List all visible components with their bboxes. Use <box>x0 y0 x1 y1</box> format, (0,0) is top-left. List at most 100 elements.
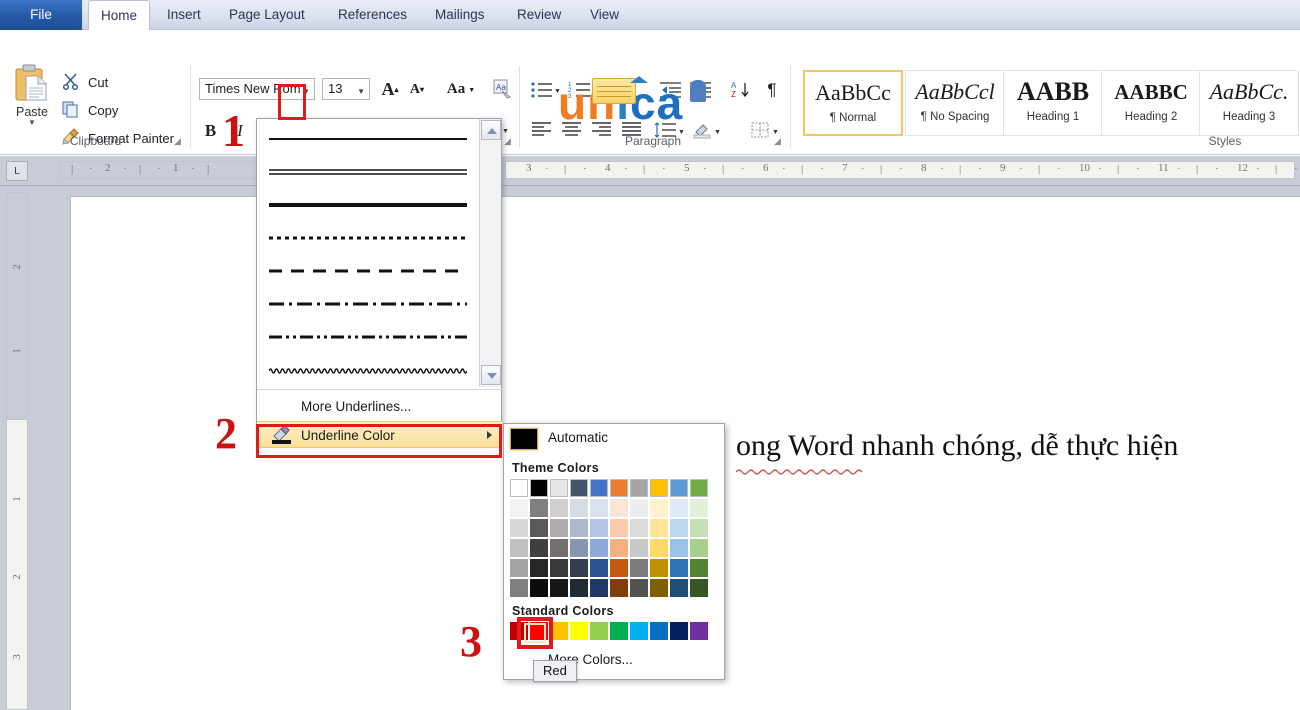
tab-review[interactable]: Review <box>505 0 573 30</box>
tab-home[interactable]: Home <box>88 0 150 31</box>
theme-color-swatch[interactable] <box>610 539 628 557</box>
theme-color-swatch[interactable] <box>510 559 528 577</box>
tab-insert[interactable]: Insert <box>155 0 213 30</box>
copy-button[interactable]: Copy <box>62 100 118 120</box>
more-underlines-menu-item[interactable]: More Underlines... <box>257 393 502 420</box>
underline-style-list[interactable] <box>257 119 479 387</box>
standard-color-swatch[interactable] <box>510 622 528 640</box>
standard-color-swatch[interactable] <box>550 622 568 640</box>
theme-color-swatch[interactable] <box>530 539 548 557</box>
standard-color-swatch[interactable] <box>590 622 608 640</box>
tab-stop-selector[interactable]: L <box>6 161 28 181</box>
standard-color-swatch[interactable] <box>570 622 588 640</box>
theme-color-swatch[interactable] <box>690 579 708 597</box>
tab-references[interactable]: References <box>326 0 419 30</box>
theme-color-swatch[interactable] <box>650 519 668 537</box>
theme-color-swatch[interactable] <box>610 559 628 577</box>
clear-formatting-button[interactable]: Aa <box>488 76 516 102</box>
style-item-heading-3[interactable]: AaBbCc. Heading 3 <box>1199 70 1299 136</box>
theme-color-swatch[interactable] <box>510 519 528 537</box>
theme-color-swatch[interactable] <box>650 499 668 517</box>
theme-color-swatch[interactable] <box>510 479 528 497</box>
theme-color-swatch[interactable] <box>570 579 588 597</box>
underline-styles-dropdown[interactable]: More Underlines... Underline Color <box>256 118 502 438</box>
underline-color-palette[interactable]: Automatic Theme Colors Standard Colors M… <box>503 423 725 680</box>
theme-color-swatch[interactable] <box>650 479 668 497</box>
underline-style-double[interactable] <box>257 152 479 185</box>
standard-color-swatch[interactable] <box>690 622 708 640</box>
font-size-input[interactable]: 13 ▼ <box>322 78 370 100</box>
underline-style-dotted[interactable] <box>257 218 479 251</box>
underline-style-dashdotdot[interactable] <box>257 317 479 350</box>
theme-color-swatch[interactable] <box>590 499 608 517</box>
theme-color-swatch[interactable] <box>590 479 608 497</box>
theme-color-swatch[interactable] <box>510 539 528 557</box>
theme-color-swatch[interactable] <box>650 579 668 597</box>
chevron-down-icon[interactable]: ▼ <box>302 87 310 96</box>
theme-color-swatch[interactable] <box>670 479 688 497</box>
underline-style-dashed[interactable] <box>257 251 479 284</box>
theme-color-swatch[interactable] <box>630 479 648 497</box>
tab-file[interactable]: File <box>0 0 82 30</box>
theme-color-swatch[interactable] <box>610 479 628 497</box>
underline-style-single[interactable] <box>257 119 479 152</box>
standard-color-swatch[interactable] <box>650 622 668 640</box>
theme-color-swatch[interactable] <box>590 539 608 557</box>
font-name-input[interactable]: Times New Rom ▼ <box>199 78 315 100</box>
grow-font-button[interactable]: A▴ <box>377 78 403 101</box>
standard-colors-grid[interactable] <box>510 622 708 640</box>
shrink-font-button[interactable]: A▾ <box>405 78 429 101</box>
theme-color-swatch[interactable] <box>510 579 528 597</box>
theme-color-swatch[interactable] <box>690 479 708 497</box>
theme-color-swatch[interactable] <box>550 539 568 557</box>
horizontal-ruler[interactable]: | · 2 · | · 1 · | 3·|·4·|·5·|·6·|·7·|·8·… <box>0 156 1300 186</box>
theme-color-swatch[interactable] <box>530 519 548 537</box>
theme-color-swatch[interactable] <box>570 479 588 497</box>
theme-color-swatch[interactable] <box>630 519 648 537</box>
theme-color-swatch[interactable] <box>590 519 608 537</box>
underline-color-menu-item[interactable]: Underline Color <box>257 421 502 448</box>
theme-color-swatch[interactable] <box>530 559 548 577</box>
theme-color-swatch[interactable] <box>550 479 568 497</box>
paragraph-dialog-launcher[interactable]: ◢ <box>772 136 783 147</box>
theme-color-swatch[interactable] <box>530 579 548 597</box>
font-dialog-launcher[interactable]: ◢ <box>502 136 513 147</box>
theme-color-swatch[interactable] <box>530 479 548 497</box>
theme-colors-grid[interactable] <box>510 479 708 597</box>
theme-color-swatch[interactable] <box>590 579 608 597</box>
theme-color-swatch[interactable] <box>530 499 548 517</box>
show-formatting-marks-button[interactable]: ¶ <box>760 78 784 102</box>
theme-color-swatch[interactable] <box>670 579 688 597</box>
style-item-normal[interactable]: AaBbCc ¶ Normal <box>803 70 903 136</box>
theme-color-swatch[interactable] <box>610 519 628 537</box>
theme-color-swatch[interactable] <box>630 539 648 557</box>
theme-color-swatch[interactable] <box>690 539 708 557</box>
standard-color-swatch[interactable] <box>630 622 648 640</box>
underline-style-thick[interactable] <box>257 185 479 218</box>
standard-color-swatch[interactable] <box>530 622 548 640</box>
theme-color-swatch[interactable] <box>670 519 688 537</box>
dropdown-scrollbar[interactable] <box>479 119 501 387</box>
theme-color-swatch[interactable] <box>570 539 588 557</box>
cut-button[interactable]: Cut <box>62 72 108 92</box>
theme-color-swatch[interactable] <box>670 559 688 577</box>
theme-color-swatch[interactable] <box>570 559 588 577</box>
style-item-heading-2[interactable]: AABBC Heading 2 <box>1101 70 1201 136</box>
theme-color-swatch[interactable] <box>570 499 588 517</box>
style-item-heading-1[interactable]: AABB Heading 1 <box>1003 70 1103 136</box>
theme-color-swatch[interactable] <box>550 559 568 577</box>
theme-color-swatch[interactable] <box>670 499 688 517</box>
theme-color-swatch[interactable] <box>650 559 668 577</box>
theme-color-swatch[interactable] <box>690 559 708 577</box>
chevron-down-icon[interactable]: ▼ <box>357 87 365 96</box>
theme-color-swatch[interactable] <box>690 499 708 517</box>
tab-view[interactable]: View <box>578 0 631 30</box>
underline-style-dashdot[interactable] <box>257 284 479 317</box>
automatic-color-item[interactable]: Automatic <box>504 424 724 454</box>
theme-color-swatch[interactable] <box>550 519 568 537</box>
scroll-down-arrow-icon[interactable] <box>481 365 501 385</box>
change-case-button[interactable]: Aa ▼ <box>442 78 480 101</box>
style-item-no-spacing[interactable]: AaBbCcl ¶ No Spacing <box>905 70 1005 136</box>
scroll-up-arrow-icon[interactable] <box>481 120 501 140</box>
chevron-down-icon[interactable]: ▼ <box>8 119 56 127</box>
